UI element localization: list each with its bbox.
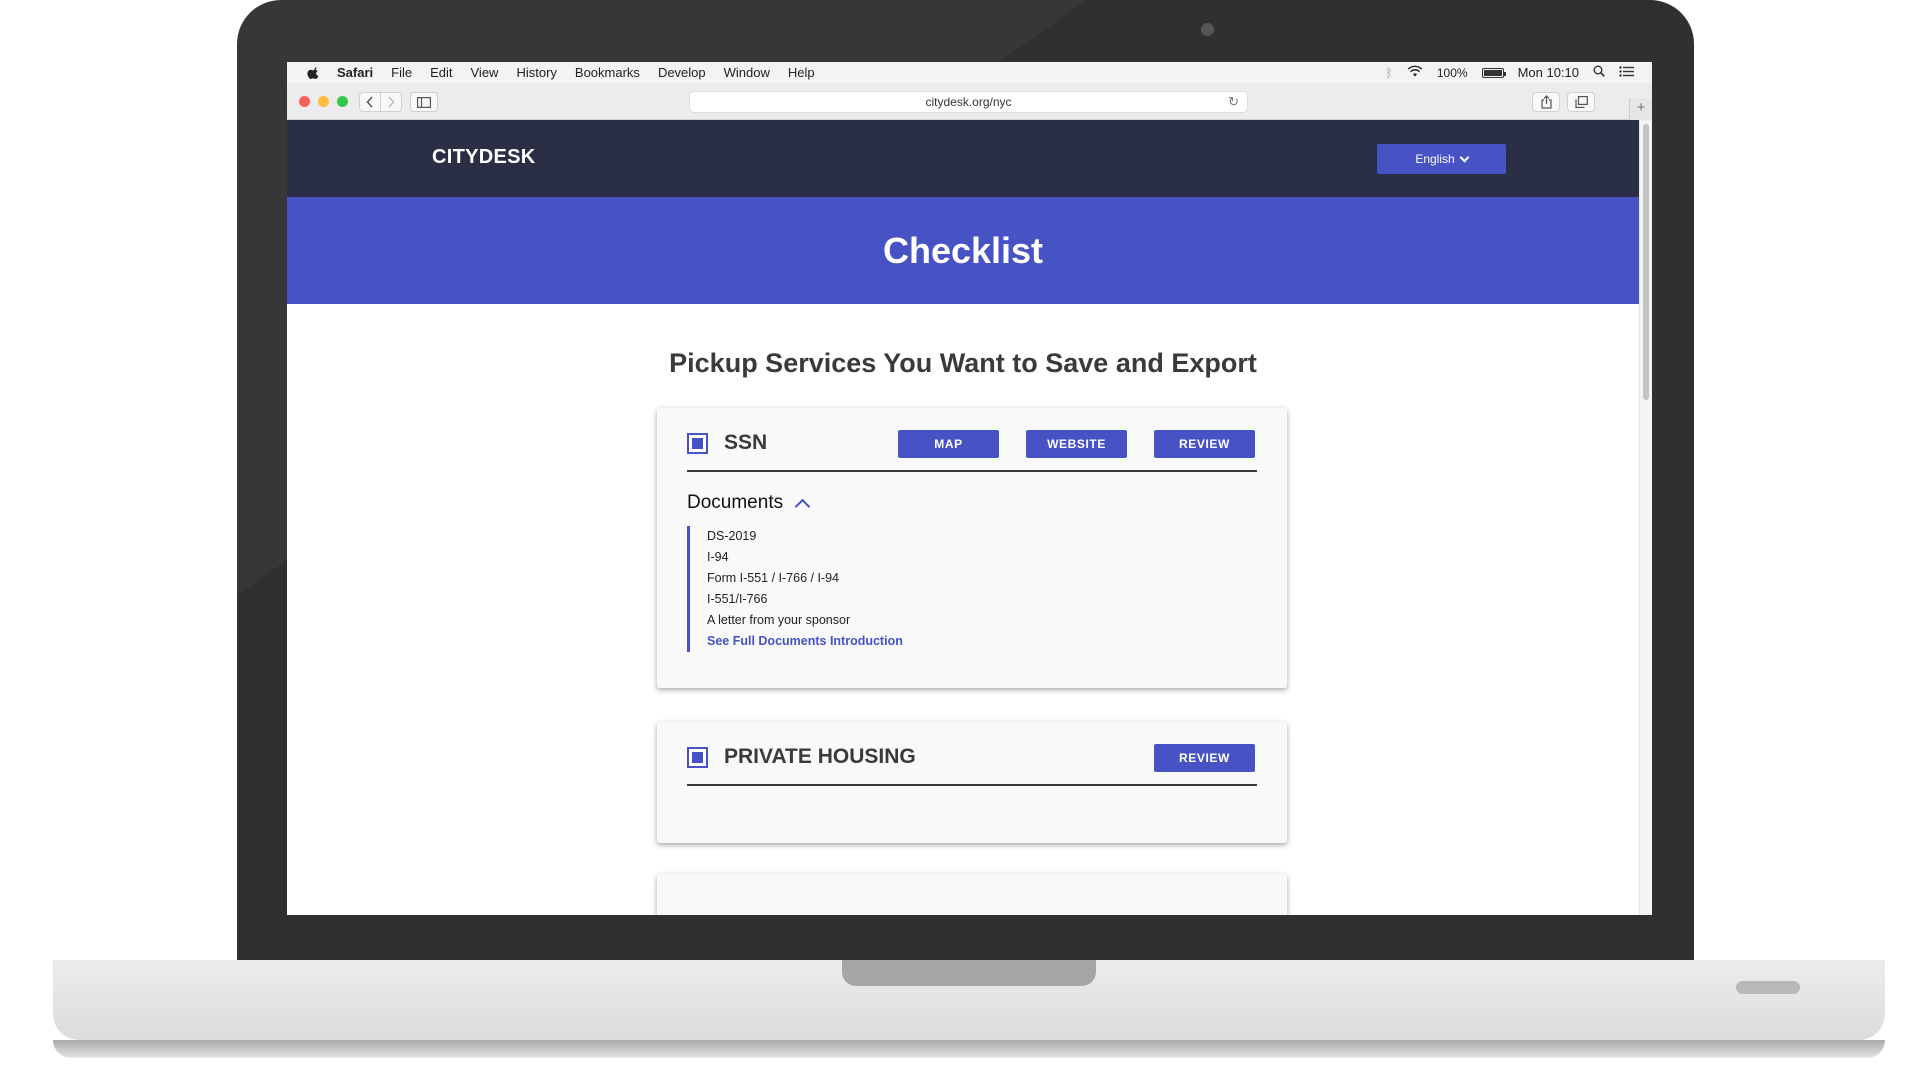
url-text: citydesk.org/nyc [925, 95, 1012, 109]
apple-icon[interactable] [307, 66, 321, 80]
documents-intro-link[interactable]: See Full Documents Introduction [707, 631, 903, 652]
chevron-up-icon [794, 498, 811, 515]
page-title: Checklist [882, 229, 1044, 271]
service-checkbox-private-housing[interactable] [687, 747, 708, 768]
menu-help[interactable]: Help [788, 65, 815, 80]
menubar: Safari File Edit View History Bookmarks … [287, 62, 1652, 83]
list-item: I-551/I-766 [707, 592, 768, 606]
chevron-right-icon [388, 96, 395, 108]
forward-button[interactable] [380, 92, 402, 112]
documents-heading: Documents [687, 492, 784, 513]
card-title: PRIVATE HOUSING [724, 745, 916, 768]
tabs-icon [1574, 96, 1588, 108]
list-item: DS-2019 [707, 529, 757, 543]
documents-toggle[interactable]: Documents [687, 492, 811, 515]
list-item: I-94 [707, 550, 729, 564]
site-header: CITYDESK English [287, 120, 1639, 197]
section-subtitle: Pickup Services You Want to Save and Exp… [669, 348, 1257, 378]
language-label: English [1415, 152, 1455, 166]
minimize-window-button[interactable] [318, 96, 329, 107]
website-button[interactable]: WEBSITE [1026, 430, 1127, 458]
chevron-left-icon [366, 96, 373, 108]
sidebar-toggle-button[interactable] [410, 92, 438, 112]
notification-center-icon[interactable] [1619, 65, 1634, 80]
menu-bookmarks[interactable]: Bookmarks [575, 65, 640, 80]
page-scrollbar[interactable] [1639, 120, 1652, 915]
close-window-button[interactable] [299, 96, 310, 107]
clock[interactable]: Mon 10:10 [1518, 65, 1579, 80]
battery-percent: 100% [1436, 65, 1468, 80]
wifi-icon[interactable] [1407, 65, 1423, 80]
service-card-private-housing: PRIVATE HOUSING REVIEW [657, 722, 1287, 843]
screen: Safari File Edit View History Bookmarks … [287, 62, 1652, 915]
bluetooth-icon[interactable]: ᛒ [1386, 66, 1393, 80]
menu-edit[interactable]: Edit [430, 65, 452, 80]
web-page: CITYDESK English Checklist Pickup Servic… [287, 120, 1639, 915]
camera [1201, 23, 1214, 36]
service-checkbox-ssn[interactable] [687, 433, 708, 454]
battery-icon[interactable] [1481, 67, 1506, 78]
share-icon [1540, 95, 1552, 109]
laptop-led [1736, 981, 1800, 994]
back-button[interactable] [359, 92, 381, 112]
menu-safari[interactable]: Safari [337, 65, 373, 80]
search-icon[interactable] [1593, 65, 1605, 80]
list-item: Form I-551 / I-766 / I-94 [707, 571, 839, 585]
laptop-notch [842, 960, 1096, 986]
service-card-partial [657, 874, 1287, 915]
menu-history[interactable]: History [516, 65, 556, 80]
map-button[interactable]: MAP [898, 430, 999, 458]
card-header: PRIVATE HOUSING REVIEW [687, 744, 1257, 786]
scrollbar-thumb[interactable] [1643, 124, 1649, 400]
chevron-down-icon [1459, 152, 1470, 162]
card-title: SSN [724, 431, 768, 454]
review-button[interactable]: REVIEW [1154, 744, 1255, 772]
status-area: ᛒ 100% Mon 10:10 [1386, 62, 1634, 83]
service-card-ssn: SSN MAP WEBSITE REVIEW Documents DS-2019… [657, 408, 1287, 688]
sidebar-icon [417, 96, 431, 108]
menu-window[interactable]: Window [724, 65, 770, 80]
menu-file[interactable]: File [391, 65, 412, 80]
share-button[interactable] [1532, 92, 1560, 112]
browser-toolbar: citydesk.org/nyc ↻ [287, 83, 1652, 120]
reload-icon[interactable]: ↻ [1228, 94, 1239, 110]
site-logo[interactable]: CITYDESK [432, 146, 536, 169]
hero-banner: Checklist [287, 197, 1639, 304]
review-button[interactable]: REVIEW [1154, 430, 1255, 458]
tabs-overview-button[interactable] [1567, 92, 1595, 112]
list-item: A letter from your sponsor [707, 613, 851, 627]
documents-list: DS-2019 I-94 Form I-551 / I-766 / I-94 I… [687, 526, 903, 652]
zoom-window-button[interactable] [337, 96, 348, 107]
menu-develop[interactable]: Develop [658, 65, 706, 80]
new-tab-plus-icon[interactable]: + [1629, 98, 1652, 120]
laptop-base-shadow [53, 1040, 1885, 1058]
card-header: SSN MAP WEBSITE REVIEW [687, 430, 1257, 472]
language-select[interactable]: English [1377, 144, 1506, 174]
address-bar[interactable]: citydesk.org/nyc ↻ [689, 91, 1248, 113]
menu-view[interactable]: View [471, 65, 499, 80]
